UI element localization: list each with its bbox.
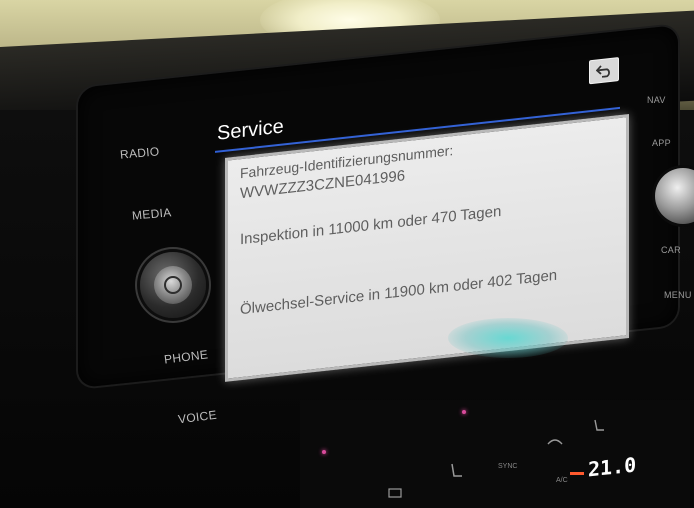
page-title: Service bbox=[217, 115, 284, 145]
recirculation-icon[interactable] bbox=[546, 436, 564, 448]
car-button[interactable]: CAR bbox=[661, 245, 681, 255]
oil-service-info: Ölwechsel-Service in 11900 km oder 402 T… bbox=[240, 266, 558, 319]
seat-heating-icon[interactable] bbox=[448, 462, 464, 482]
indicator-led bbox=[322, 450, 326, 454]
volume-knob[interactable] bbox=[140, 252, 206, 318]
seat-icon[interactable] bbox=[592, 418, 606, 436]
menu-button[interactable]: MENU bbox=[664, 290, 692, 300]
screen-reflection bbox=[448, 318, 568, 358]
nav-button[interactable]: NAV bbox=[647, 95, 666, 105]
sync-button[interactable]: SYNC bbox=[498, 463, 517, 470]
ac-button[interactable]: A/C bbox=[556, 477, 568, 484]
power-knob-cap bbox=[154, 266, 192, 304]
service-info-popup[interactable]: Fahrzeug-Identifizierungsnummer: WVWZZZ3… bbox=[225, 113, 629, 382]
back-arrow-icon bbox=[596, 65, 610, 78]
back-button[interactable] bbox=[589, 57, 619, 85]
temp-indicator bbox=[570, 472, 584, 475]
infotainment-screen: Service Fahrzeug-Identifizierungsnummer:… bbox=[205, 56, 629, 402]
temperature-display: 21.0 bbox=[588, 452, 637, 482]
inspection-info: Inspektion in 11000 km oder 470 Tagen bbox=[240, 202, 502, 249]
rear-defrost-icon[interactable] bbox=[388, 488, 402, 498]
power-icon bbox=[164, 276, 182, 294]
app-button[interactable]: APP bbox=[652, 138, 671, 148]
indicator-led bbox=[462, 410, 466, 414]
car-interior-photo: RADIO MEDIA PHONE VOICE NAV APP CAR MENU… bbox=[0, 0, 694, 508]
